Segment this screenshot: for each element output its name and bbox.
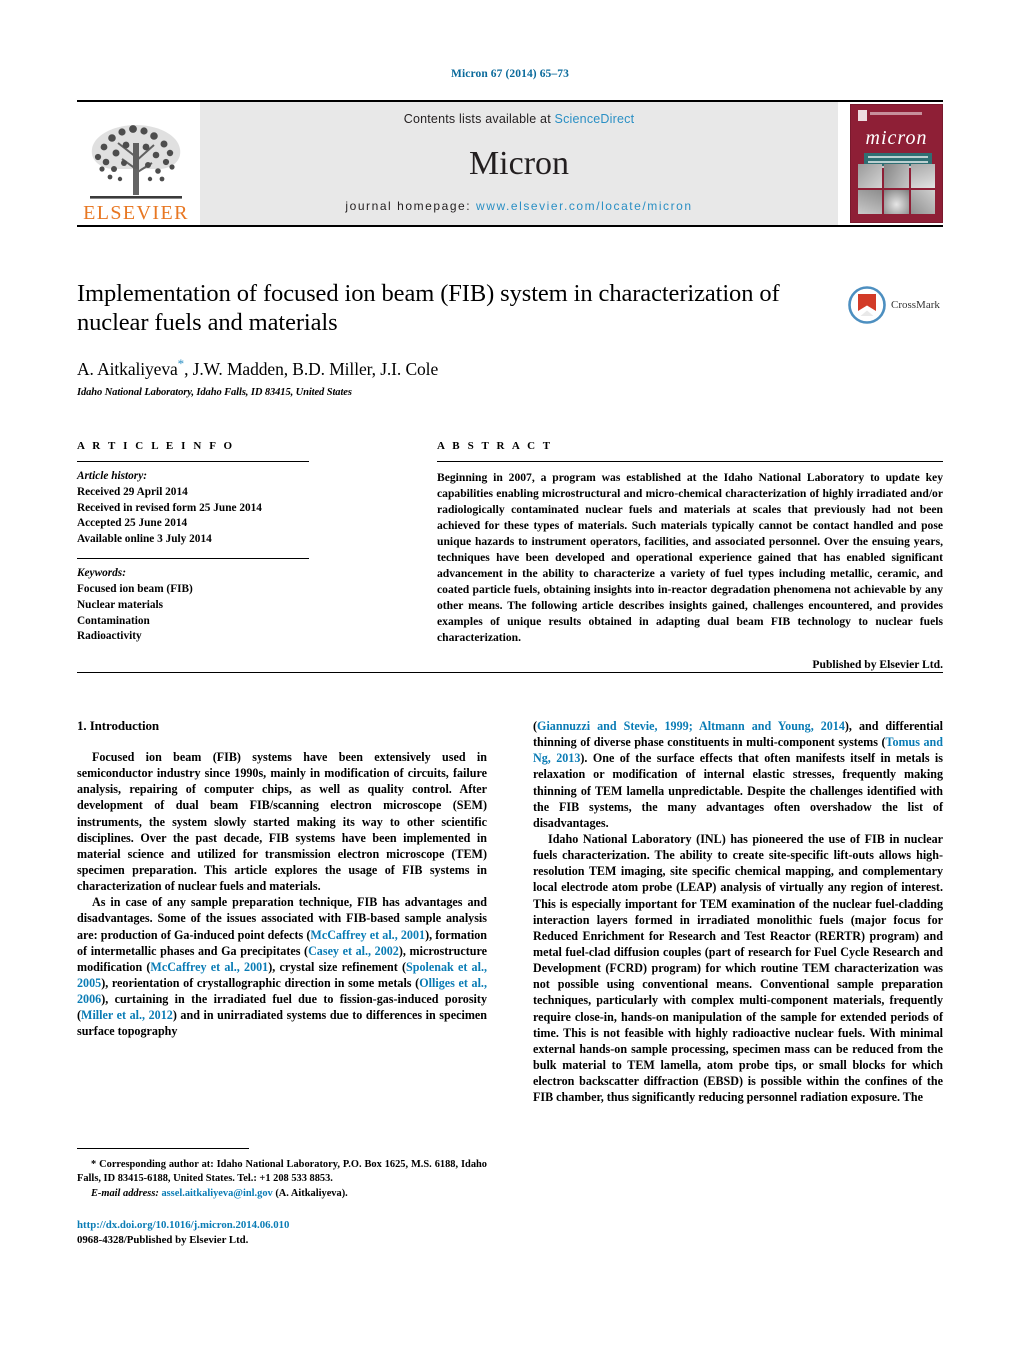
history-item: Received 29 April 2014 xyxy=(77,485,188,498)
section-heading-introduction: 1. Introduction xyxy=(77,718,160,733)
para-text: ), crystal size refinement ( xyxy=(268,959,407,974)
journal-cover-thumbnail: micron xyxy=(843,102,943,225)
paragraph: Focused ion beam (FIB) systems have been… xyxy=(77,750,487,894)
para-text: ). One of the surface effects that often… xyxy=(533,751,943,830)
homepage-prefix: journal homepage: xyxy=(345,199,477,213)
article-info-rule xyxy=(77,461,309,462)
paragraph: As in case of any sample preparation tec… xyxy=(77,894,487,1039)
keyword-item: Contamination xyxy=(77,614,150,627)
citation-link[interactable]: Miller et al., 2012 xyxy=(81,1008,173,1022)
author-list: A. Aitkaliyeva*, J.W. Madden, B.D. Mille… xyxy=(77,356,943,380)
email-note: E-mail address: assel.aitkaliyeva@inl.go… xyxy=(77,1187,487,1201)
crossmark-label: CrossMark xyxy=(891,299,940,311)
citation-link[interactable]: McCaffrey et al., 2001 xyxy=(150,960,268,974)
cover-journal-title: micron xyxy=(865,127,928,149)
cover-image: micron xyxy=(850,104,943,223)
title-block: Implementation of focused ion beam (FIB)… xyxy=(77,280,943,398)
paper-page: Micron 67 (2014) 65–73 ELSEVIER Contents… xyxy=(0,0,1020,1351)
abstract-heading: A B S T R A C T xyxy=(437,440,553,452)
journal-title: Micron xyxy=(468,144,570,182)
footnote-block: * Corresponding author at: Idaho Nationa… xyxy=(77,1158,487,1201)
abstract-publisher-line: Published by Elsevier Ltd. xyxy=(812,657,943,671)
keywords-label: Keywords: xyxy=(77,567,126,580)
author-corresponding: A. Aitkaliyeva xyxy=(77,359,178,380)
keyword-item: Nuclear materials xyxy=(77,598,164,611)
para-text: ), reorientation of crystallographic dir… xyxy=(101,975,420,990)
cover-elsevier-icon xyxy=(858,110,867,121)
abstract-text: Beginning in 2007, a program was establi… xyxy=(437,471,943,645)
keyword-item: Radioactivity xyxy=(77,630,142,643)
article-info-heading: A R T I C L E I N F O xyxy=(77,440,235,452)
masthead-center: Contents lists available at ScienceDirec… xyxy=(200,102,838,225)
cover-publisher-text xyxy=(870,112,922,115)
email-link[interactable]: assel.aitkaliyeva@inl.gov xyxy=(161,1188,272,1199)
citation-link[interactable]: Giannuzzi and Stevie, 1999; Altmann and … xyxy=(537,719,845,733)
sciencedirect-link[interactable]: ScienceDirect xyxy=(555,112,635,126)
body-column-left: 1. Introduction Focused ion beam (FIB) s… xyxy=(77,718,487,1040)
keywords-block: Keywords: Focused ion beam (FIB) Nuclear… xyxy=(77,566,309,645)
citation-link[interactable]: Casey et al., 2002 xyxy=(308,944,399,958)
footnote-text: Corresponding author at: Idaho National … xyxy=(77,1159,487,1185)
paragraph: (Giannuzzi and Stevie, 1999; Altmann and… xyxy=(533,718,943,831)
elsevier-logo: ELSEVIER xyxy=(77,102,195,225)
citation-link[interactable]: McCaffrey et al., 2001 xyxy=(310,928,425,942)
contents-available-line: Contents lists available at ScienceDirec… xyxy=(404,112,635,126)
abstract-rule xyxy=(437,461,943,462)
section-divider xyxy=(77,672,943,673)
page-title: Implementation of focused ion beam (FIB)… xyxy=(77,280,780,336)
keyword-item: Focused ion beam (FIB) xyxy=(77,582,193,595)
article-history-block: Article history: Received 29 April 2014 … xyxy=(77,469,309,548)
issn-copyright-line: 0968-4328/Published by Elsevier Ltd. xyxy=(77,1234,249,1247)
crossmark-badge[interactable]: CrossMark xyxy=(847,284,943,326)
contents-prefix: Contents lists available at xyxy=(403,112,555,126)
elsevier-wordmark: ELSEVIER xyxy=(83,202,189,224)
history-item: Received in revised form 25 June 2014 xyxy=(77,501,262,514)
elsevier-tree-icon xyxy=(90,125,182,199)
doi-block: http://dx.doi.org/10.1016/j.micron.2014.… xyxy=(77,1218,497,1249)
cover-publisher-mark xyxy=(858,110,922,121)
paragraph: Idaho National Laboratory (INL) has pion… xyxy=(533,831,943,1105)
cover-micrograph-grid xyxy=(858,164,935,214)
crossmark-icon xyxy=(848,286,886,324)
history-item: Accepted 25 June 2014 xyxy=(77,517,188,530)
running-head: Micron 67 (2014) 65–73 xyxy=(451,68,569,80)
article-history-label: Article history: xyxy=(77,470,147,482)
authors-remaining: , J.W. Madden, B.D. Miller, J.I. Cole xyxy=(184,359,439,380)
journal-masthead: ELSEVIER Contents lists available at Sci… xyxy=(77,100,943,227)
body-column-right: (Giannuzzi and Stevie, 1999; Altmann and… xyxy=(533,718,943,1105)
history-item: Available online 3 July 2014 xyxy=(77,533,212,546)
email-owner: (A. Aitkaliyeva). xyxy=(272,1187,348,1199)
doi-link[interactable]: http://dx.doi.org/10.1016/j.micron.2014.… xyxy=(77,1218,497,1233)
keywords-rule xyxy=(77,558,309,560)
footnote-divider xyxy=(77,1148,249,1149)
affiliation: Idaho National Laboratory, Idaho Falls, … xyxy=(77,387,352,399)
corresponding-author-note: * Corresponding author at: Idaho Nationa… xyxy=(77,1158,487,1187)
article-info-column: A R T I C L E I N F O Article history: R… xyxy=(77,440,309,645)
email-label: E-mail address: xyxy=(91,1187,162,1199)
homepage-link[interactable]: www.elsevier.com/locate/micron xyxy=(476,199,693,213)
journal-homepage-line: journal homepage: www.elsevier.com/locat… xyxy=(345,199,692,213)
abstract-column: A B S T R A C T Beginning in 2007, a pro… xyxy=(437,440,943,671)
